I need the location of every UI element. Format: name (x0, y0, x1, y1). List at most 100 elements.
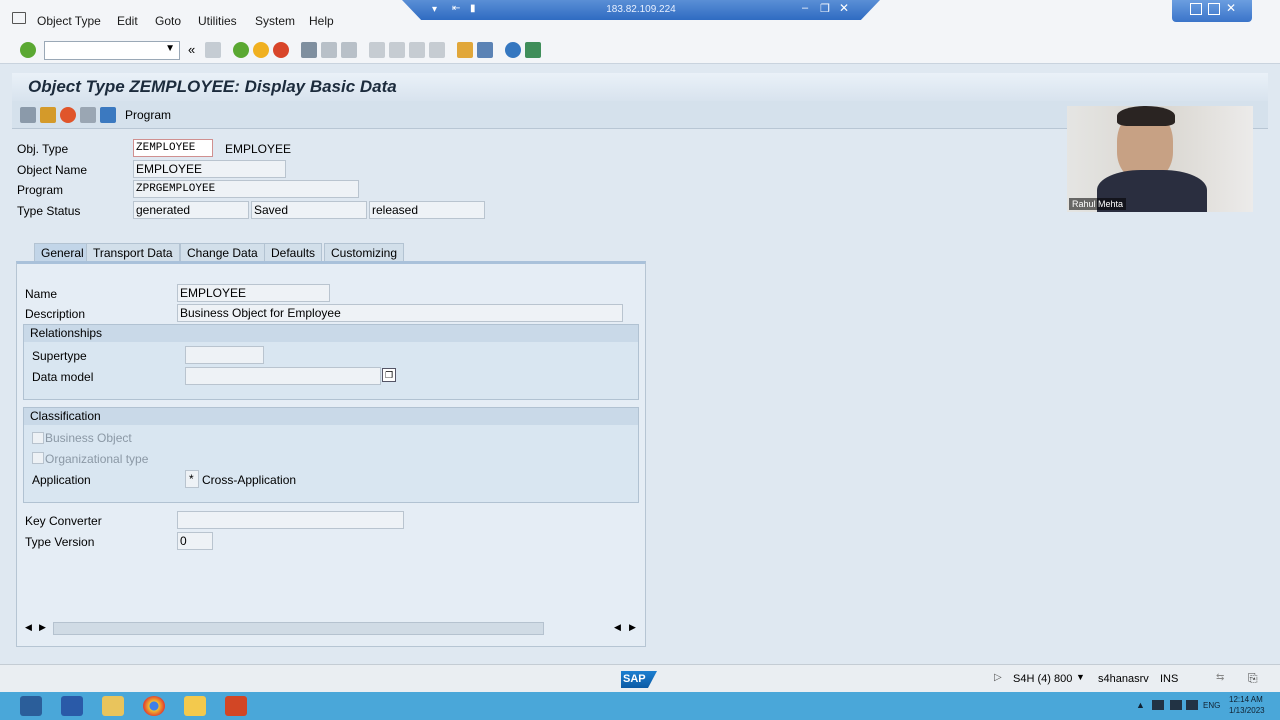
org-type-label: Organizational type (45, 452, 149, 466)
clock-time[interactable]: 12:14 AM (1229, 695, 1263, 704)
value-help-icon[interactable]: ❐ (382, 368, 396, 382)
find-next-icon[interactable] (341, 42, 357, 58)
sap-logon-icon[interactable] (184, 696, 206, 716)
menu-icon[interactable] (12, 12, 26, 24)
participant-name: Rahul Mehta (1069, 198, 1127, 210)
powerpoint-icon[interactable] (225, 696, 247, 716)
exit-icon[interactable] (253, 42, 269, 58)
application-description: Cross-Application (202, 473, 297, 487)
menu-utilities[interactable]: Utilities (198, 14, 237, 28)
command-field[interactable]: ▼ (44, 41, 180, 60)
tray-expand-icon[interactable]: ▲ (1136, 700, 1145, 710)
object-name-field[interactable]: EMPLOYEE (133, 160, 286, 178)
menu-goto[interactable]: Goto (155, 14, 181, 28)
minimize-remote-icon[interactable]: – (802, 2, 808, 14)
where-used-icon[interactable] (80, 107, 96, 123)
status-generated: generated (133, 201, 249, 219)
display-change-icon[interactable] (20, 107, 36, 123)
scroll-right-icon[interactable]: ▶ (39, 622, 46, 633)
shortcut-icon[interactable] (477, 42, 493, 58)
tab-change-data[interactable]: Change Data (180, 243, 265, 261)
enter-check-icon[interactable] (20, 42, 36, 58)
scroll-left-end-icon[interactable]: ◀ (614, 622, 621, 633)
program-label: Program (17, 183, 64, 197)
transfer-icon[interactable]: ⇆ (1216, 672, 1224, 683)
tab-general[interactable]: General (34, 243, 91, 261)
server-name: s4hanasrv (1098, 673, 1149, 685)
find-icon[interactable] (321, 42, 337, 58)
tab-transport-data[interactable]: Transport Data (86, 243, 180, 261)
supertype-field[interactable] (185, 346, 264, 364)
key-converter-label: Key Converter (25, 514, 102, 528)
first-page-icon[interactable] (369, 42, 385, 58)
relationships-group: Relationships (23, 324, 639, 400)
clock-date[interactable]: 1/13/2023 (1229, 706, 1265, 715)
relationships-title: Relationships (24, 325, 638, 342)
business-object-label: Business Object (45, 431, 132, 445)
maximize-icon[interactable] (1208, 3, 1220, 15)
back-icon[interactable] (233, 42, 249, 58)
battery-icon[interactable] (1186, 700, 1198, 710)
print-icon[interactable] (301, 42, 317, 58)
system-dropdown-icon[interactable]: ▼ (1076, 672, 1085, 682)
tab-defaults[interactable]: Defaults (264, 243, 323, 261)
minimize-icon[interactable] (1190, 3, 1202, 15)
system-info: S4H (4) 800 (1013, 673, 1073, 685)
application-label: Application (32, 473, 91, 487)
business-object-checkbox[interactable] (32, 432, 44, 444)
last-page-icon[interactable] (429, 42, 445, 58)
name-field[interactable]: EMPLOYEE (177, 284, 330, 302)
type-status-label: Type Status (17, 204, 81, 218)
menu-system[interactable]: System (255, 14, 295, 28)
chrome-icon[interactable] (143, 696, 165, 716)
status-expand-icon[interactable]: ▷ (994, 672, 1002, 683)
help-icon[interactable] (505, 42, 521, 58)
menu-help[interactable]: Help (309, 14, 334, 28)
obj-type-field[interactable]: ZEMPLOYEE (133, 139, 213, 157)
type-version-field[interactable]: 0 (177, 532, 213, 550)
menu-object-type[interactable]: Object Type (37, 14, 101, 28)
chevron-down-icon[interactable]: ▼ (165, 43, 175, 54)
network-icon[interactable] (1152, 700, 1164, 710)
person-hair (1117, 106, 1175, 126)
data-model-field[interactable] (185, 367, 381, 385)
standard-toolbar: ▼ « (0, 38, 1280, 64)
server-manager-icon[interactable] (20, 696, 42, 716)
restore-remote-icon[interactable]: ❐ (820, 2, 830, 15)
obj-type-description: EMPLOYEE (225, 142, 292, 156)
program-field[interactable]: ZPRGEMPLOYEE (133, 180, 359, 198)
page-title: Object Type ZEMPLOYEE: Display Basic Dat… (28, 77, 397, 96)
close-icon[interactable]: ✕ (1226, 1, 1236, 15)
classification-title: Classification (24, 408, 638, 425)
cancel-icon[interactable] (273, 42, 289, 58)
save-icon[interactable] (205, 42, 221, 58)
application-field[interactable]: * (185, 470, 199, 488)
scroll-left-icon[interactable]: ◀ (25, 622, 32, 633)
description-field[interactable]: Business Object for Employee (177, 304, 623, 322)
powershell-icon[interactable] (61, 696, 83, 716)
next-page-icon[interactable] (409, 42, 425, 58)
unlock-icon[interactable]: ⎘ (1248, 671, 1258, 686)
remote-connection-bar: ▾ ⇤ ▮ 183.82.109.224 – ❐ ✕ (402, 0, 880, 20)
info-icon[interactable] (100, 107, 116, 123)
org-type-checkbox[interactable] (32, 452, 44, 464)
close-remote-icon[interactable]: ✕ (839, 1, 849, 15)
sap-logo: SAP (621, 671, 657, 688)
program-button[interactable]: Program (125, 108, 171, 122)
test-icon[interactable] (60, 107, 76, 123)
volume-icon[interactable] (1170, 700, 1182, 710)
file-explorer-icon[interactable] (102, 696, 124, 716)
collapse-icon[interactable]: « (188, 42, 195, 57)
language-indicator[interactable]: ENG (1203, 701, 1220, 710)
tab-customizing[interactable]: Customizing (324, 243, 405, 261)
previous-page-icon[interactable] (389, 42, 405, 58)
new-session-icon[interactable] (457, 42, 473, 58)
status-released: released (369, 201, 485, 219)
menu-edit[interactable]: Edit (117, 14, 138, 28)
key-converter-field[interactable] (177, 511, 404, 529)
horizontal-scrollbar[interactable] (53, 622, 544, 635)
scroll-right-end-icon[interactable]: ▶ (629, 622, 636, 633)
generate-icon[interactable] (40, 107, 56, 123)
layout-menu-icon[interactable] (525, 42, 541, 58)
name-label: Name (25, 287, 58, 301)
